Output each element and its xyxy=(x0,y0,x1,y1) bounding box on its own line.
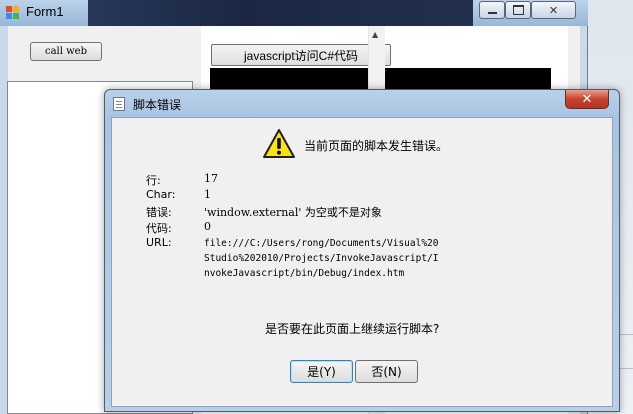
minimize-button[interactable] xyxy=(479,1,505,19)
script-error-dialog: 脚本错误 ✕ 当前页面的脚本发生错误。 行: 17 Char: 1 错误: 'w… xyxy=(104,89,620,412)
close-icon: ✕ xyxy=(581,91,593,107)
minimize-icon xyxy=(487,12,497,14)
javascript-call-button[interactable]: javascript访问C#代码 xyxy=(211,44,391,66)
close-icon: ✕ xyxy=(548,3,559,17)
maximize-button[interactable] xyxy=(505,1,531,19)
line-label: 行: xyxy=(146,174,161,187)
line-value: 17 xyxy=(204,172,218,185)
dialog-title: 脚本错误 xyxy=(133,98,182,112)
icon-line xyxy=(116,101,122,102)
code-label: 代码: xyxy=(146,222,172,235)
form1-title: Form1 xyxy=(26,4,64,19)
no-button[interactable]: 否(N) xyxy=(355,360,418,383)
close-button[interactable]: ✕ xyxy=(531,1,576,19)
char-value: 1 xyxy=(204,188,211,201)
divider xyxy=(620,334,633,335)
dialog-close-button[interactable]: ✕ xyxy=(565,90,609,109)
continue-question: 是否要在此页面上继续运行脚本? xyxy=(265,322,440,336)
error-message: 当前页面的脚本发生错误。 xyxy=(304,139,449,153)
error-value: 'window.external' 为空或不是对象 xyxy=(204,206,382,219)
call-web-button[interactable]: call web xyxy=(30,42,102,61)
scroll-up-icon[interactable]: ▲ xyxy=(372,30,378,39)
yes-button[interactable]: 是(Y) xyxy=(290,360,353,383)
app-icon xyxy=(6,6,19,19)
document-icon xyxy=(113,97,125,111)
code-value: 0 xyxy=(204,220,211,233)
dialog-body: 当前页面的脚本发生错误。 行: 17 Char: 1 错误: 'window.e… xyxy=(111,117,613,407)
icon-line xyxy=(116,104,122,105)
desktop-glass xyxy=(88,0,473,26)
maximize-icon xyxy=(512,5,524,15)
url-label: URL: xyxy=(146,236,172,249)
warning-icon xyxy=(263,129,295,158)
icon-line xyxy=(116,107,122,108)
char-label: Char: xyxy=(146,188,176,201)
error-label: 错误: xyxy=(146,206,172,219)
url-value: file:///C:/Users/rong/Documents/Visual%2… xyxy=(204,238,439,279)
divider xyxy=(620,368,633,369)
